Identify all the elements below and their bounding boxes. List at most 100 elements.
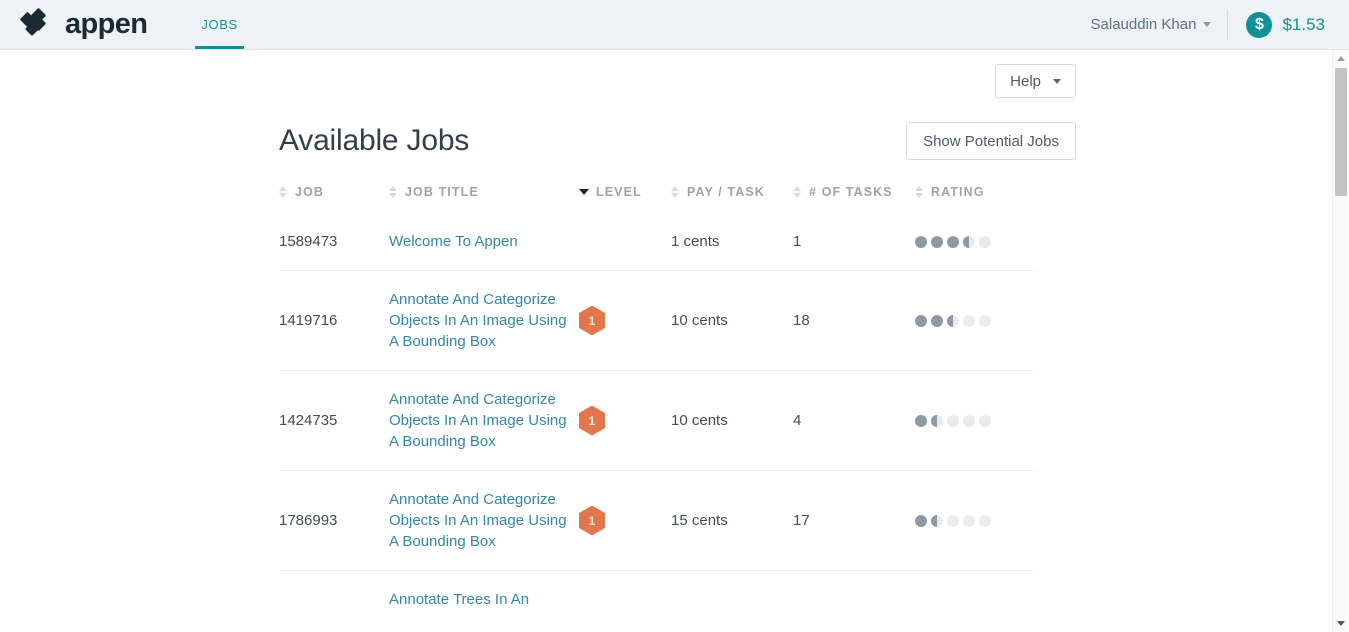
scroll-up-button[interactable] [1333, 50, 1349, 67]
available-jobs-table: JOB JOB TITLE LEVEL PAY / TASK # OF TASK… [279, 185, 1035, 628]
sort-descending-icon[interactable] [579, 185, 589, 199]
cell-rating [915, 370, 1035, 471]
rating-dot [979, 514, 991, 527]
rating-dot [915, 514, 927, 527]
cell-job-id: 1589473 [279, 233, 338, 250]
sort-icon[interactable] [389, 185, 398, 199]
dollar-coin-icon: $ [1246, 11, 1273, 38]
chevron-down-icon [1053, 78, 1061, 84]
table-row[interactable]: 1589473 Welcome To Appen 1 cents 1 [279, 213, 1035, 271]
user-name-label: Salauddin Khan [1090, 16, 1197, 33]
job-title-link[interactable]: Welcome To Appen [389, 231, 518, 252]
help-button[interactable]: Help [995, 64, 1076, 98]
column-header-job-title[interactable]: JOB TITLE [389, 185, 579, 213]
table-row[interactable]: 1786993 Annotate And Categorize Objects I… [279, 470, 1035, 571]
rating-dot [963, 235, 975, 248]
job-title-link[interactable]: Annotate Trees In An [389, 589, 529, 610]
rating-dot [947, 235, 959, 248]
cell-level: 1 [579, 470, 671, 571]
cell-rating [915, 213, 1035, 271]
job-title-link[interactable]: Annotate And Categorize Objects In An Im… [389, 289, 579, 352]
balance-widget[interactable]: $ $1.53 [1228, 11, 1349, 38]
rating-dot [931, 514, 943, 527]
rating-dot [915, 235, 927, 248]
chevron-down-icon [1203, 22, 1212, 27]
rating-dot [947, 414, 959, 427]
rating-dots [915, 414, 1035, 427]
table-row[interactable]: 1424735 Annotate And Categorize Objects I… [279, 370, 1035, 471]
rating-dots [915, 235, 1035, 248]
column-header-pay-per-task-label: PAY / TASK [687, 185, 765, 199]
primary-nav: JOBS [195, 0, 245, 49]
cell-rating [915, 270, 1035, 371]
table-header: JOB JOB TITLE LEVEL PAY / TASK # OF TASK… [279, 185, 1035, 213]
cell-level [579, 570, 671, 628]
scroll-down-button[interactable] [1333, 615, 1349, 632]
scrollbar-thumb[interactable] [1335, 68, 1347, 196]
scroll-down-arrow-icon [1337, 621, 1345, 626]
help-row: Help [0, 50, 1145, 98]
column-header-pay-per-task[interactable]: PAY / TASK [671, 185, 793, 213]
job-title-link[interactable]: Annotate And Categorize Objects In An Im… [389, 489, 579, 552]
rating-dot [915, 314, 927, 327]
brand-name: appen [65, 8, 148, 40]
rating-dot [963, 414, 975, 427]
vertical-scrollbar[interactable] [1332, 50, 1349, 632]
column-header-job[interactable]: JOB [279, 185, 389, 213]
column-header-rating[interactable]: RATING [915, 185, 1035, 213]
top-bar-right-group: Salauddin Khan $ $1.53 [1091, 0, 1349, 49]
cell-job-title: Annotate And Categorize Objects In An Im… [389, 370, 579, 471]
cell-pay-per-task [671, 570, 793, 628]
rating-dot [979, 235, 991, 248]
cell-job-title: Welcome To Appen [389, 213, 579, 271]
rating-dot [963, 314, 975, 327]
cell-rating [915, 470, 1035, 571]
rating-dots [915, 314, 1035, 327]
cell-job-title: Annotate And Categorize Objects In An Im… [389, 470, 579, 571]
table-row[interactable]: 1419716 Annotate And Categorize Objects I… [279, 270, 1035, 371]
rating-dot [931, 235, 943, 248]
level-badge-icon: 1 [579, 405, 605, 436]
cell-pay-per-task: 1 cents [671, 233, 720, 250]
cell-pay-per-task: 10 cents [671, 370, 793, 471]
sort-icon[interactable] [279, 185, 288, 199]
column-header-level[interactable]: LEVEL [579, 185, 671, 213]
page-title: Available Jobs [279, 124, 470, 157]
user-menu[interactable]: Salauddin Khan [1091, 16, 1228, 33]
cell-job-title: Annotate And Categorize Objects In An Im… [389, 270, 579, 371]
cell-level: 1 [579, 370, 671, 471]
content-area: Help Available Jobs Show Potential Jobs … [0, 50, 1145, 628]
rating-dot [931, 414, 943, 427]
table-row[interactable]: Annotate Trees In An [279, 570, 1035, 628]
cell-number-of-tasks: 4 [793, 370, 915, 471]
job-title-link[interactable]: Annotate And Categorize Objects In An Im… [389, 389, 579, 452]
cell-job-id: 1419716 [279, 270, 389, 371]
column-header-job-title-label: JOB TITLE [405, 185, 479, 199]
brand-logo[interactable]: appen [19, 0, 148, 49]
cell-job-id [279, 570, 389, 628]
cell-pay-per-task: 15 cents [671, 470, 793, 571]
cell-number-of-tasks [793, 570, 915, 628]
sort-icon[interactable] [671, 185, 680, 199]
tab-jobs[interactable]: JOBS [195, 0, 245, 49]
rating-dot [963, 514, 975, 527]
sort-icon[interactable] [915, 185, 924, 199]
rating-dot [931, 314, 943, 327]
rating-dot [979, 314, 991, 327]
tab-jobs-label: JOBS [201, 17, 238, 32]
rating-dot [947, 514, 959, 527]
help-button-label: Help [1010, 72, 1041, 90]
title-row: Available Jobs Show Potential Jobs [279, 122, 1076, 160]
table-body: 1589473 Welcome To Appen 1 cents 1 1419716 An… [279, 213, 1035, 628]
cell-level [579, 213, 671, 271]
page-body: Help Available Jobs Show Potential Jobs … [0, 50, 1349, 632]
show-potential-jobs-button[interactable]: Show Potential Jobs [906, 122, 1076, 160]
rating-dot [947, 314, 959, 327]
sort-icon[interactable] [793, 185, 802, 199]
rating-dots [915, 514, 1035, 527]
level-badge-icon: 1 [579, 305, 605, 336]
column-header-number-of-tasks[interactable]: # OF TASKS [793, 185, 915, 213]
level-badge-icon: 1 [579, 505, 605, 536]
cell-level: 1 [579, 270, 671, 371]
cell-rating [915, 570, 1035, 628]
